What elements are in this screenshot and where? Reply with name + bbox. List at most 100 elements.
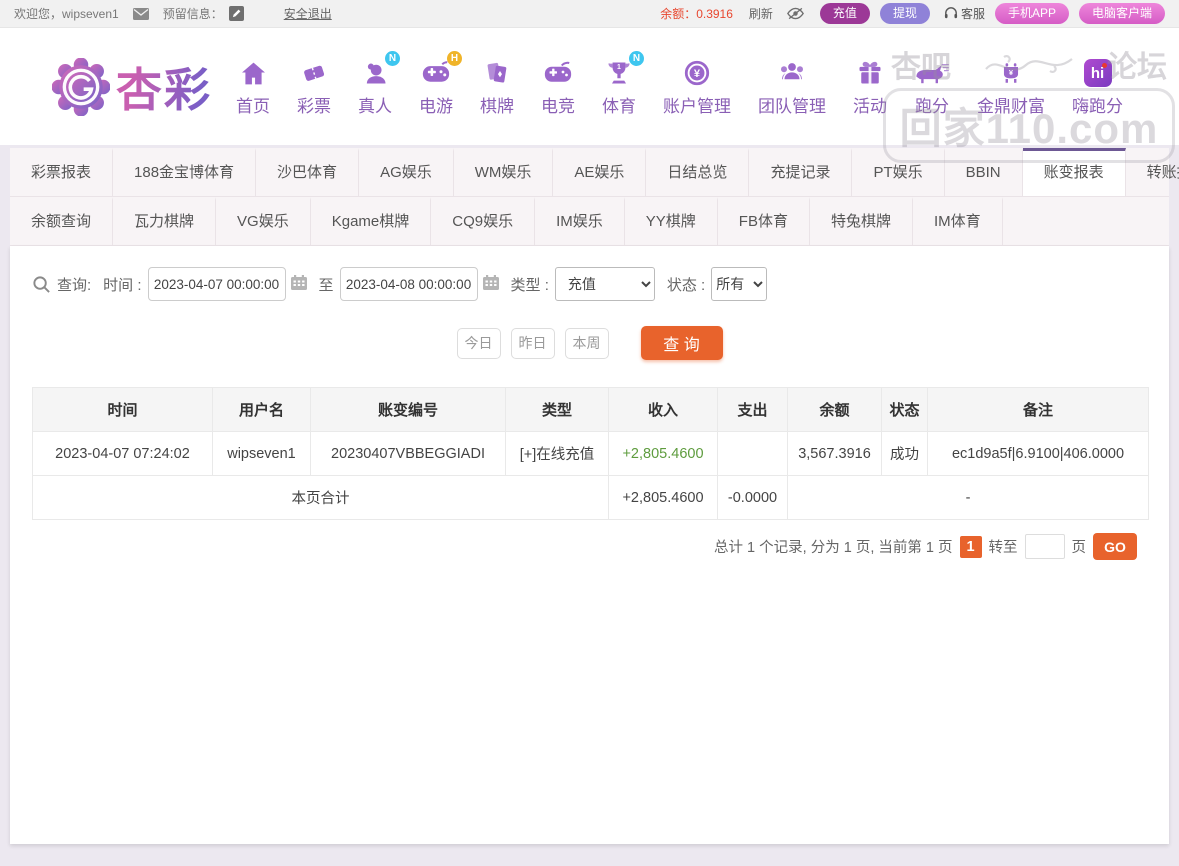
- customer-service-link[interactable]: 客服: [944, 5, 985, 22]
- tab-vg[interactable]: VG娱乐: [216, 197, 311, 245]
- col-change-id: 账变编号: [311, 388, 506, 432]
- cell-type: [+]在线充值: [506, 432, 609, 476]
- tab-account-change-report[interactable]: 账变报表: [1023, 148, 1126, 196]
- deposit-button[interactable]: 充值: [820, 3, 870, 24]
- logout-link[interactable]: 安全退出: [284, 5, 332, 22]
- tab-balance-query[interactable]: 余额查询: [10, 197, 113, 245]
- current-page-button[interactable]: 1: [960, 536, 982, 558]
- tab-ag[interactable]: AG娱乐: [359, 148, 454, 196]
- reserved-info-label: 预留信息：: [163, 5, 223, 22]
- cell-balance: 3,567.3916: [788, 432, 882, 476]
- team-icon: [777, 59, 807, 87]
- summary-income: +2,805.4600: [609, 476, 718, 520]
- ticket-icon: [296, 55, 331, 90]
- tab-wm[interactable]: WM娱乐: [454, 148, 554, 196]
- welcome-text: 欢迎您，wipseven1: [14, 5, 119, 22]
- col-remark: 备注: [928, 388, 1149, 432]
- nav-item-account[interactable]: ¥ 账户管理: [663, 56, 731, 117]
- date-from-input[interactable]: [148, 267, 286, 301]
- today-button[interactable]: 今日: [457, 328, 501, 359]
- site-header: 杏彩 首页 彩票 N 真人 H 电游 棋牌 电竞 1N 体育: [0, 28, 1179, 145]
- nav-label: 活动: [853, 92, 887, 117]
- goto-page-input[interactable]: [1025, 534, 1065, 559]
- nav-badge-n: N: [629, 51, 644, 66]
- main-panel: 查询: 时间 : 至 类型 : 充值 状态 : 所有 今日 昨日 本周 查 询: [10, 246, 1169, 844]
- nav-item-team[interactable]: 团队管理: [758, 56, 826, 117]
- search-button[interactable]: 查 询: [641, 326, 723, 360]
- refresh-link[interactable]: 刷新: [749, 5, 773, 22]
- nav-item-hipaofen[interactable]: hi 嗨跑分: [1072, 56, 1123, 117]
- cell-remark: ec1d9a5f|6.9100|406.0000: [928, 432, 1149, 476]
- status-select[interactable]: 所有: [711, 267, 767, 301]
- cell-username: wipseven1: [213, 432, 311, 476]
- tab-cq9[interactable]: CQ9娱乐: [431, 197, 535, 245]
- trophy-icon: 1: [605, 59, 633, 87]
- nav-item-slots[interactable]: H 电游: [419, 56, 453, 117]
- nav-label: 电竞: [541, 92, 575, 117]
- tab-wali[interactable]: 瓦力棋牌: [113, 197, 216, 245]
- nav-item-jinding[interactable]: ¥ 金鼎财富: [977, 56, 1045, 117]
- nav-item-live-casino[interactable]: N 真人: [358, 56, 392, 117]
- tab-pt[interactable]: PT娱乐: [852, 148, 944, 196]
- nav-item-esports[interactable]: 电竞: [541, 56, 575, 117]
- tab-ae[interactable]: AE娱乐: [553, 148, 646, 196]
- tab-yy[interactable]: YY棋牌: [625, 197, 718, 245]
- type-select[interactable]: 充值: [555, 267, 655, 301]
- rhino-icon: [914, 61, 950, 85]
- to-label: 至: [319, 274, 334, 295]
- pc-client-button[interactable]: 电脑客户端: [1079, 3, 1165, 24]
- eye-off-icon[interactable]: [787, 7, 804, 20]
- yesterday-button[interactable]: 昨日: [511, 328, 555, 359]
- service-label: 客服: [961, 5, 985, 22]
- top-bar: 欢迎您，wipseven1 预留信息： 安全退出 余额：0.3916 刷新 充值…: [0, 0, 1179, 28]
- tab-188-sports[interactable]: 188金宝博体育: [113, 148, 256, 196]
- nav-item-lottery[interactable]: 彩票: [297, 56, 331, 117]
- tab-saba-sports[interactable]: 沙巴体育: [256, 148, 359, 196]
- tab-lottery-report[interactable]: 彩票报表: [10, 148, 113, 196]
- mail-icon[interactable]: [133, 8, 149, 20]
- quick-buttons: 今日 昨日 本周 查 询: [10, 326, 1169, 360]
- ding-icon: ¥: [998, 60, 1024, 86]
- yuan-coin-icon: ¥: [683, 59, 711, 87]
- this-week-button[interactable]: 本周: [565, 328, 609, 359]
- summary-rest: -: [788, 476, 1149, 520]
- nav-item-sports[interactable]: 1N 体育: [602, 56, 636, 117]
- edit-icon[interactable]: [229, 6, 244, 21]
- nav-badge-n: N: [385, 51, 400, 66]
- live-dealer-icon: [361, 59, 389, 87]
- summary-row: 本页合计 +2,805.4600 -0.0000 -: [33, 476, 1149, 520]
- home-icon: [239, 59, 268, 88]
- date-to-input[interactable]: [340, 267, 478, 301]
- nav-label: 棋牌: [480, 92, 514, 117]
- query-label: 查询:: [57, 274, 91, 295]
- tab-bbin[interactable]: BBIN: [945, 148, 1023, 196]
- tab-tetu[interactable]: 特兔棋牌: [810, 197, 913, 245]
- nav-item-promotions[interactable]: 活动: [853, 56, 887, 117]
- tab-daily-summary[interactable]: 日结总览: [646, 148, 749, 196]
- nav-item-paofen[interactable]: 跑分: [914, 56, 950, 117]
- nav-label: 首页: [236, 92, 270, 117]
- tab-im[interactable]: IM娱乐: [535, 197, 625, 245]
- pagination-summary: 总计 1 个记录, 分为 1 页, 当前第 1 页: [714, 536, 952, 557]
- cards-icon: [484, 59, 511, 87]
- calendar-icon[interactable]: [291, 275, 307, 294]
- tab-transfer-report[interactable]: 转账报表: [1126, 148, 1179, 196]
- col-expense: 支出: [718, 388, 788, 432]
- site-logo[interactable]: 杏彩: [52, 54, 212, 120]
- tab-im-sports[interactable]: IM体育: [913, 197, 1003, 245]
- go-button[interactable]: GO: [1093, 533, 1137, 560]
- nav-label: 真人: [358, 92, 392, 117]
- tab-deposit-withdraw-record[interactable]: 充提记录: [749, 148, 852, 196]
- cell-income: +2,805.4600: [609, 432, 718, 476]
- calendar-icon[interactable]: [483, 275, 499, 294]
- withdraw-button[interactable]: 提现: [880, 3, 930, 24]
- mobile-app-button[interactable]: 手机APP: [995, 3, 1069, 24]
- nav-item-home[interactable]: 首页: [236, 56, 270, 117]
- col-balance: 余额: [788, 388, 882, 432]
- nav-label: 嗨跑分: [1072, 92, 1123, 117]
- tab-kgame[interactable]: Kgame棋牌: [311, 197, 432, 245]
- cell-time: 2023-04-07 07:24:02: [33, 432, 213, 476]
- type-label: 类型 :: [511, 274, 549, 295]
- nav-item-card-games[interactable]: 棋牌: [480, 56, 514, 117]
- tab-fb-sports[interactable]: FB体育: [718, 197, 810, 245]
